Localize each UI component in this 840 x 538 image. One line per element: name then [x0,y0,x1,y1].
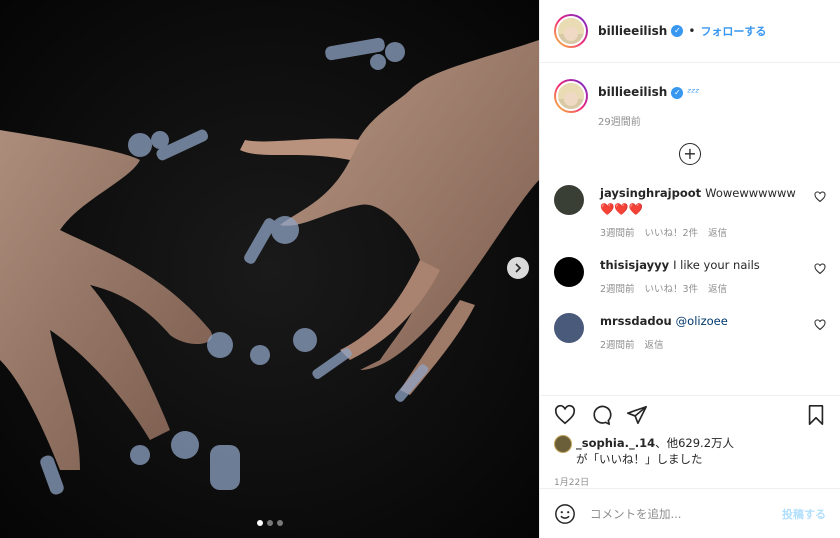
share-icon [627,405,647,424]
likes-others[interactable]: 、他629.2万人 [655,436,734,450]
comment-reply-button[interactable]: 返信 [645,337,664,351]
caption-avatar[interactable] [554,79,588,113]
next-image-button[interactable] [507,257,529,279]
caption-text: ᶻᶻᶻ [687,86,700,99]
heart-icon [554,404,576,424]
action-bar [540,395,840,433]
comment-time[interactable]: 2週間前 [600,337,635,351]
like-comment-heart-icon[interactable] [814,263,826,275]
author-username[interactable]: billieeilish [598,24,667,38]
comment-item: thisisjayyy I like your nails 2週間前 いいね！3件… [554,257,826,295]
comment-username[interactable]: thisisjayyy [600,258,669,272]
like-comment-heart-icon[interactable] [814,191,826,203]
post-comment-button[interactable]: 投稿する [782,506,826,522]
comment-text: I like your nails [673,258,760,272]
comment-avatar[interactable] [554,185,584,215]
comment-item: mrssdadou @olizoee 2週間前 返信 [554,313,826,351]
like-comment-heart-icon[interactable] [814,319,826,331]
likes-summary: _sophia._.14、他629.2万人 が「いいね！」しました [540,433,840,467]
verified-icon: ✓ [671,86,684,99]
photo-artwork [0,0,539,538]
emoji-icon[interactable] [554,503,576,525]
post-header: billieeilish ✓ • フォローする [540,0,840,63]
comment-likes[interactable]: いいね！3件 [645,281,699,295]
comment-reply-button[interactable]: 返信 [708,281,727,295]
carousel-indicator [257,520,283,526]
comments-list: billieeilish ✓ ᶻᶻᶻ 29週間前 + jaysinghrajpoot… [540,63,840,395]
comment-likes[interactable]: いいね！2件 [645,225,699,239]
post-photo[interactable] [0,0,539,538]
post-dialog: billieeilish ✓ • フォローする billieeilish ✓ ᶻᶻᶻ… [0,0,840,538]
comment-text: Wowewwwwww [705,186,796,200]
share-button[interactable] [626,404,648,426]
liker-avatar[interactable] [554,435,572,453]
author-avatar[interactable] [554,14,588,48]
comment-reply-button[interactable]: 返信 [708,225,727,239]
likes-suffix: が「いいね！」しました [576,452,703,466]
verified-icon: ✓ [671,25,684,37]
carousel-dot-active [257,520,263,526]
caption-time[interactable]: 29週間前 [598,113,699,128]
comment-composer: 投稿する [540,488,840,538]
comment-item: jaysinghrajpoot Wowewwwwww ❤️❤️❤️ 3週間前 いい… [554,185,826,239]
comment-username[interactable]: mrssdadou [600,314,672,328]
post-date[interactable]: 1月22日 [540,467,840,488]
carousel-dot [277,520,283,526]
comment-avatar[interactable] [554,257,584,287]
comment-avatar[interactable] [554,313,584,343]
follow-button[interactable]: フォローする [700,23,766,39]
comment-username[interactable]: jaysinghrajpoot [600,186,701,200]
comment-icon [593,405,612,425]
add-icon: + [683,144,697,163]
like-button[interactable] [554,404,576,426]
post-caption: billieeilish ✓ ᶻᶻᶻ 29週間前 [554,79,826,128]
comment-time[interactable]: 2週間前 [600,281,635,295]
save-button[interactable] [806,404,826,426]
load-more-comments-button[interactable]: + [679,143,701,165]
next-arrow-icon [515,263,522,273]
comment-mention[interactable]: @olizoee [676,314,728,328]
post-sidebar: billieeilish ✓ • フォローする billieeilish ✓ ᶻᶻᶻ… [539,0,840,538]
header-separator: • [688,24,696,38]
comment-emoji: ❤️❤️❤️ [600,202,643,216]
bookmark-icon [808,404,824,425]
comment-button[interactable] [590,404,612,426]
carousel-dot [267,520,273,526]
comment-input[interactable] [590,506,782,521]
caption-username[interactable]: billieeilish [598,85,667,99]
comment-time[interactable]: 3週間前 [600,225,635,239]
liker-username[interactable]: _sophia._.14 [576,436,655,450]
